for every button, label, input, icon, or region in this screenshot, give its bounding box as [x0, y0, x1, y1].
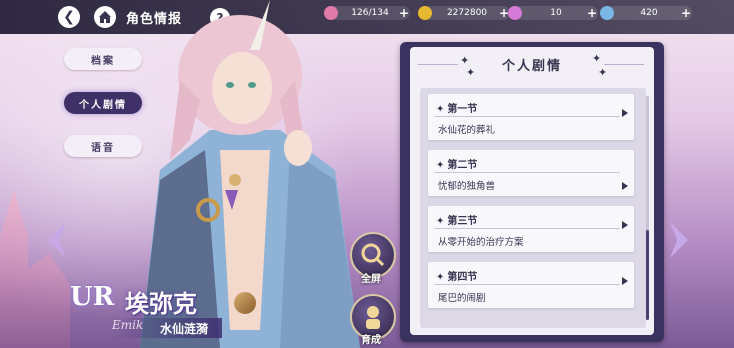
chapter-number-text: 第三节 [447, 216, 478, 227]
resource-diamonds: 420 + [600, 6, 692, 20]
chapter-scroll-thumb[interactable] [646, 230, 649, 320]
chapter-name: 尾巴的闹剧 [438, 293, 486, 304]
chapter-star-icon: ✦ [436, 272, 445, 283]
chapter-divider [434, 116, 620, 117]
add-diamonds-button[interactable]: + [680, 6, 692, 20]
tab-archive-label: 档案 [91, 55, 115, 67]
character-title: 水仙涟漪 [160, 322, 209, 336]
chapter-number: ✦ 第一节 [436, 100, 477, 115]
chapter-number-text: 第一节 [447, 104, 478, 115]
upgrade-label: 育成 [361, 335, 381, 346]
story-panel-header: 个人剧情 [410, 47, 654, 81]
chapter-item[interactable]: ✦ 第一节 水仙花的葬礼 [428, 94, 634, 140]
chapter-divider [434, 228, 620, 229]
chapter-number-text: 第二节 [447, 160, 478, 171]
chapter-item[interactable]: ✦ 第四节 尾巴的闹剧 [428, 262, 634, 308]
back-arrow-icon: ❮ [63, 9, 75, 25]
chapter-number: ✦ 第二节 [436, 156, 477, 171]
add-stamina-button[interactable]: + [398, 6, 410, 20]
back-button[interactable]: ❮ [58, 6, 80, 28]
add-gems-button[interactable]: + [586, 6, 598, 20]
chapter-name: 水仙花的葬礼 [438, 125, 496, 136]
chapter-star-icon: ✦ [436, 216, 445, 227]
home-button[interactable] [94, 6, 116, 28]
chapter-star-icon: ✦ [436, 104, 445, 115]
resource-coins: 2272800 + [418, 6, 510, 20]
chapter-item[interactable]: ✦ 第二节 忧郁的独角兽 [428, 150, 634, 196]
diamonds-value: 420 [640, 8, 658, 18]
home-icon [99, 11, 111, 23]
next-character-arrow-icon[interactable] [670, 222, 688, 258]
play-arrow-icon [622, 109, 628, 117]
chapter-name: 从零开始的治疗方案 [438, 237, 524, 248]
chapter-number-text: 第四节 [447, 272, 478, 283]
character-name: 埃弥克 [125, 289, 197, 318]
play-arrow-icon [622, 277, 628, 285]
play-arrow-icon [622, 221, 628, 229]
play-arrow-icon [622, 182, 628, 190]
story-panel-title: 个人剧情 [501, 58, 562, 74]
chapter-list: ✦ 第一节 水仙花的葬礼 ✦ 第二节 忧郁的独角兽 ✦ 第三节 从零开始的治疗方案 ✦… [420, 88, 646, 328]
fullscreen-label: 全屏 [361, 274, 381, 285]
chapter-star-icon: ✦ [436, 160, 445, 171]
gems-value: 10 [550, 8, 562, 18]
chapter-number: ✦ 第四节 [436, 268, 477, 283]
chapter-number: ✦ 第三节 [436, 212, 477, 227]
diamond-icon [600, 6, 614, 20]
chapter-name: 忧郁的独角兽 [438, 181, 496, 192]
key-icon [234, 292, 256, 314]
chapter-divider [434, 172, 620, 173]
rarity-badge: UR [70, 282, 115, 312]
character-signature: Emik [112, 318, 144, 332]
resource-gems: 10 + [508, 6, 598, 20]
tab-voice-label: 语音 [91, 142, 115, 154]
chapter-divider [434, 284, 620, 285]
gem-pink-icon [508, 6, 522, 20]
coins-value: 2272800 [446, 8, 488, 18]
coin-icon [418, 6, 432, 20]
chapter-item[interactable]: ✦ 第三节 从零开始的治疗方案 [428, 206, 634, 252]
